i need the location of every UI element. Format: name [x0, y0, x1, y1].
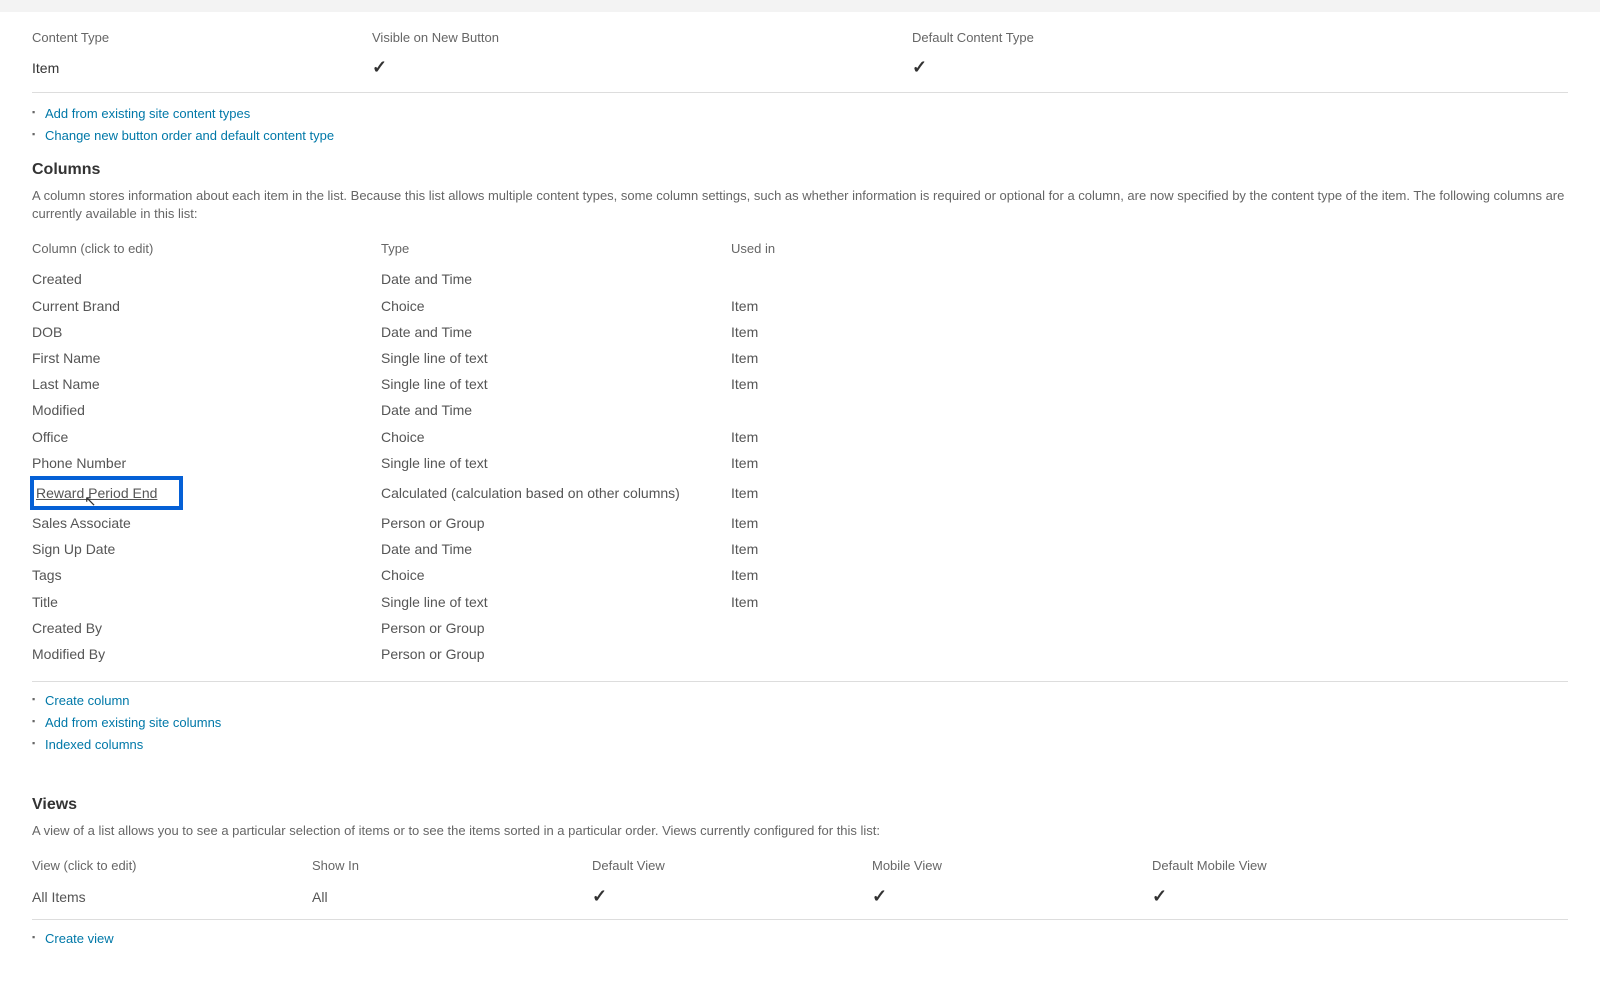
check-icon: ✓ — [592, 886, 607, 906]
highlighted-column[interactable]: Reward Period End↖ — [30, 476, 183, 510]
column-row: Sign Up DateDate and TimeItem — [32, 536, 1568, 562]
column-row: TitleSingle line of textItem — [32, 589, 1568, 615]
column-row: DOBDate and TimeItem — [32, 319, 1568, 345]
column-row: OfficeChoiceItem — [32, 424, 1568, 450]
header-type: Type — [381, 241, 731, 256]
column-name-link[interactable]: DOB — [32, 323, 381, 341]
column-type: Date and Time — [381, 323, 731, 341]
column-used-in: Item — [731, 454, 1568, 472]
columns-links: Create column Add from existing site col… — [32, 692, 1568, 752]
columns-description: A column stores information about each i… — [32, 187, 1568, 223]
views-links: Create view — [32, 930, 1568, 946]
header-used-in: Used in — [731, 241, 1568, 256]
columns-header-row: Column (click to edit) Type Used in — [32, 241, 1568, 256]
column-used-in: Item — [731, 349, 1568, 367]
column-used-in: Item — [731, 514, 1568, 532]
content-type-item-link[interactable]: Item — [32, 60, 372, 76]
column-row: ModifiedDate and Time — [32, 397, 1568, 423]
column-type: Single line of text — [381, 349, 731, 367]
column-row: TagsChoiceItem — [32, 562, 1568, 588]
header-default-view: Default View — [592, 858, 872, 873]
columns-body: CreatedDate and TimeCurrent BrandChoiceI… — [32, 266, 1568, 667]
column-name-link[interactable]: Modified — [32, 401, 381, 419]
top-bar — [0, 0, 1600, 12]
header-mobile-view: Mobile View — [872, 858, 1152, 873]
column-type: Calculated (calculation based on other c… — [381, 484, 731, 502]
column-row: CreatedDate and Time — [32, 266, 1568, 292]
column-name-link[interactable]: Modified By — [32, 645, 381, 663]
column-name-link[interactable]: Last Name — [32, 375, 381, 393]
views-heading: Views — [32, 796, 1568, 814]
column-type: Single line of text — [381, 593, 731, 611]
content-type-links: Add from existing site content types Cha… — [32, 105, 1568, 143]
views-description: A view of a list allows you to see a par… — [32, 822, 1568, 840]
view-all-items-link[interactable]: All Items — [32, 889, 312, 905]
check-icon: ✓ — [912, 57, 927, 77]
column-row: Last NameSingle line of textItem — [32, 371, 1568, 397]
column-type: Date and Time — [381, 401, 731, 419]
views-header-row: View (click to edit) Show In Default Vie… — [32, 858, 1568, 873]
column-used-in: Item — [731, 428, 1568, 446]
column-name-link[interactable]: Title — [32, 593, 381, 611]
column-name-link[interactable]: Tags — [32, 566, 381, 584]
column-row: Current BrandChoiceItem — [32, 293, 1568, 319]
add-existing-content-types-link[interactable]: Add from existing site content types — [45, 106, 250, 121]
column-row: Created ByPerson or Group — [32, 615, 1568, 641]
column-used-in: Item — [731, 484, 1568, 502]
header-default-content-type: Default Content Type — [912, 30, 1568, 45]
content-type-header-row: Content Type Visible on New Button Defau… — [32, 30, 1568, 45]
create-view-link[interactable]: Create view — [45, 931, 114, 946]
add-existing-site-columns-link[interactable]: Add from existing site columns — [45, 715, 221, 730]
column-used-in: Item — [731, 593, 1568, 611]
divider — [32, 681, 1568, 682]
columns-heading: Columns — [32, 161, 1568, 179]
view-showin: All — [312, 889, 592, 905]
column-type: Single line of text — [381, 375, 731, 393]
column-used-in: Item — [731, 375, 1568, 393]
column-used-in: Item — [731, 540, 1568, 558]
view-row: All Items All ✓ ✓ ✓ — [32, 883, 1568, 920]
check-icon: ✓ — [872, 886, 887, 906]
column-used-in: Item — [731, 323, 1568, 341]
column-type: Choice — [381, 428, 731, 446]
column-row: Phone NumberSingle line of textItem — [32, 450, 1568, 476]
column-name-link[interactable]: Current Brand — [32, 297, 381, 315]
content-type-row: Item ✓ ✓ — [32, 53, 1568, 93]
column-row: Modified ByPerson or Group — [32, 641, 1568, 667]
column-type: Person or Group — [381, 514, 731, 532]
column-name-link[interactable]: Sign Up Date — [32, 540, 381, 558]
cursor-icon: ↖ — [84, 494, 97, 509]
header-default-mobile-view: Default Mobile View — [1152, 858, 1568, 873]
header-showin: Show In — [312, 858, 592, 873]
header-visible-on-new: Visible on New Button — [372, 30, 912, 45]
check-icon: ✓ — [372, 57, 387, 77]
column-name-link[interactable]: Phone Number — [32, 454, 381, 472]
page-content: Content Type Visible on New Button Defau… — [0, 12, 1600, 984]
column-type: Choice — [381, 566, 731, 584]
column-row: First NameSingle line of textItem — [32, 345, 1568, 371]
header-content-type: Content Type — [32, 30, 372, 45]
column-name-link[interactable]: Created By — [32, 619, 381, 637]
header-view: View (click to edit) — [32, 858, 312, 873]
column-type: Person or Group — [381, 619, 731, 637]
column-type: Date and Time — [381, 270, 731, 288]
column-name-link[interactable]: Reward Period End↖ — [32, 480, 381, 506]
column-type: Date and Time — [381, 540, 731, 558]
column-name-link[interactable]: Created — [32, 270, 381, 288]
column-type: Single line of text — [381, 454, 731, 472]
column-name-link[interactable]: Office — [32, 428, 381, 446]
column-type: Person or Group — [381, 645, 731, 663]
indexed-columns-link[interactable]: Indexed columns — [45, 737, 143, 752]
column-name-link[interactable]: Sales Associate — [32, 514, 381, 532]
column-row: Sales AssociatePerson or GroupItem — [32, 510, 1568, 536]
header-column: Column (click to edit) — [32, 241, 381, 256]
check-icon: ✓ — [1152, 886, 1167, 906]
column-used-in: Item — [731, 297, 1568, 315]
column-used-in: Item — [731, 566, 1568, 584]
change-button-order-link[interactable]: Change new button order and default cont… — [45, 128, 334, 143]
column-row: Reward Period End↖Calculated (calculatio… — [32, 476, 1568, 510]
create-column-link[interactable]: Create column — [45, 693, 130, 708]
column-type: Choice — [381, 297, 731, 315]
column-name-link[interactable]: First Name — [32, 349, 381, 367]
